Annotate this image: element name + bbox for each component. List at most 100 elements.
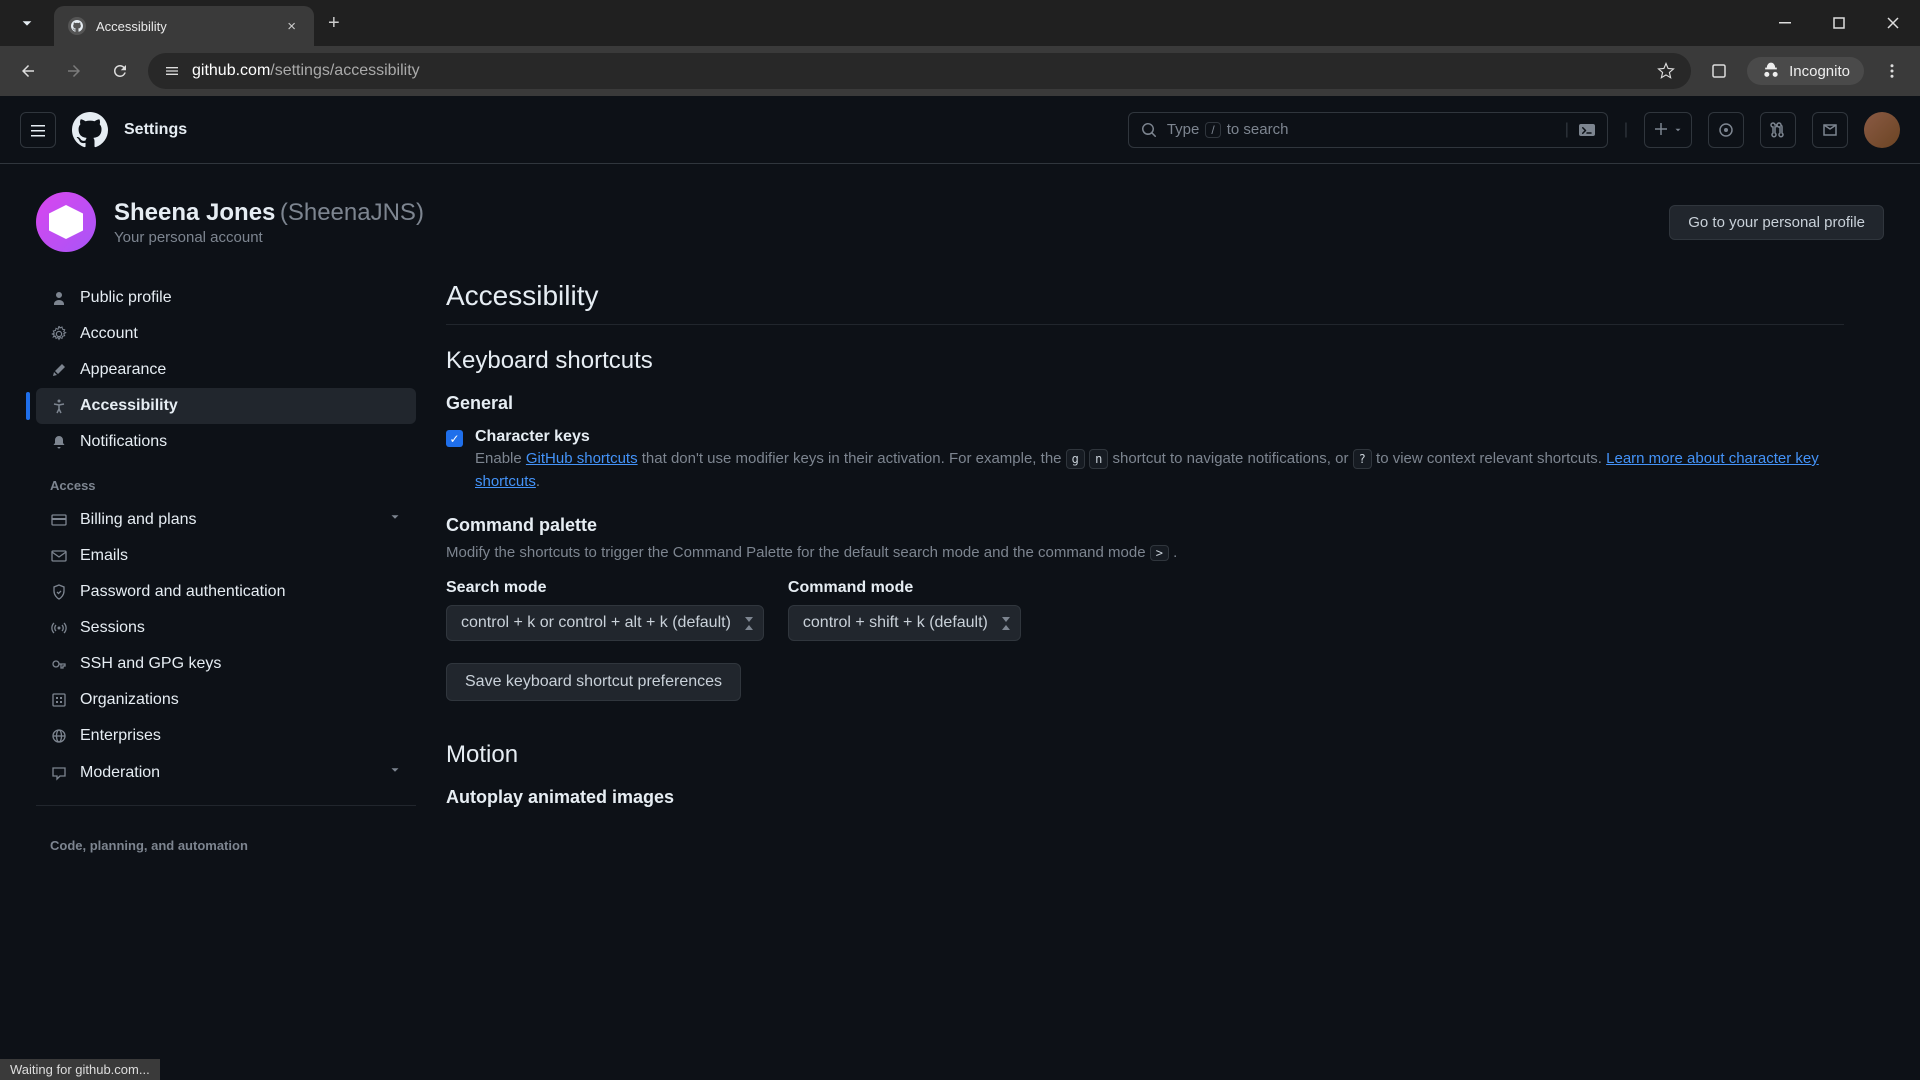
profile-avatar[interactable]	[36, 192, 96, 252]
sidebar-item-accessibility[interactable]: Accessibility	[36, 388, 416, 424]
kbd-n: n	[1089, 449, 1108, 469]
close-window-button[interactable]	[1866, 0, 1920, 46]
browser-menu-icon[interactable]	[1874, 53, 1910, 89]
header-title[interactable]: Settings	[124, 121, 187, 139]
search-mode-label: Search mode	[446, 579, 764, 597]
sidebar-item-label: Account	[80, 325, 138, 343]
forward-button[interactable]	[56, 53, 92, 89]
bell-icon	[50, 433, 68, 451]
search-icon	[1141, 122, 1157, 138]
accessibility-icon	[50, 397, 68, 415]
sidebar-item-label: Moderation	[80, 764, 160, 782]
sidebar-item-label: Appearance	[80, 361, 166, 379]
profile-handle: (SheenaJNS)	[280, 199, 424, 226]
sidebar-item-public-profile[interactable]: Public profile	[36, 280, 416, 316]
incognito-badge[interactable]: Incognito	[1747, 57, 1864, 85]
extensions-icon[interactable]	[1701, 53, 1737, 89]
sidebar-item-label: SSH and GPG keys	[80, 655, 221, 673]
url-text: github.com/settings/accessibility	[192, 62, 1645, 80]
search-input[interactable]: Type / to search |	[1128, 112, 1608, 148]
tab-list-button[interactable]	[0, 0, 54, 46]
sidebar-item-account[interactable]: Account	[36, 316, 416, 352]
github-logo-icon[interactable]	[72, 112, 108, 148]
bookmark-icon[interactable]	[1657, 62, 1675, 80]
character-keys-label: Character keys	[475, 428, 1844, 446]
browser-tab-bar: Accessibility × +	[0, 0, 1920, 46]
sidebar-item-label: Password and authentication	[80, 583, 285, 601]
create-new-button[interactable]	[1644, 112, 1692, 148]
character-keys-checkbox[interactable]: ✓	[446, 430, 463, 447]
chevron-down-icon	[388, 510, 402, 529]
command-palette-description: Modify the shortcuts to trigger the Comm…	[446, 544, 1844, 561]
browser-tab[interactable]: Accessibility ×	[54, 6, 314, 46]
search-mode-select[interactable]: control + k or control + alt + k (defaul…	[446, 605, 764, 641]
key-icon	[50, 655, 68, 673]
sidebar-item-password-and-authentication[interactable]: Password and authentication	[36, 574, 416, 610]
pull-requests-button[interactable]	[1760, 112, 1796, 148]
sidebar-item-billing-and-plans[interactable]: Billing and plans	[36, 501, 416, 538]
command-palette-icon[interactable]	[1579, 122, 1595, 138]
sidebar-item-emails[interactable]: Emails	[36, 538, 416, 574]
go-to-profile-button[interactable]: Go to your personal profile	[1669, 205, 1884, 240]
sidebar-item-label: Notifications	[80, 433, 167, 451]
command-palette-heading: Command palette	[446, 515, 1844, 536]
issues-button[interactable]	[1708, 112, 1744, 148]
sidebar-item-sessions[interactable]: Sessions	[36, 610, 416, 646]
settings-sidebar: Public profile Account Appearance Accessibi…	[36, 280, 416, 861]
profile-header: Sheena Jones (SheenaJNS) Your personal a…	[36, 192, 1884, 252]
character-keys-description: Enable GitHub shortcuts that don't use m…	[475, 448, 1844, 493]
incognito-icon	[1761, 61, 1781, 81]
mail-icon	[50, 547, 68, 565]
autoplay-heading: Autoplay animated images	[446, 787, 1844, 808]
url-bar[interactable]: github.com/settings/accessibility	[148, 53, 1691, 89]
kbd-g: g	[1066, 449, 1085, 469]
save-keyboard-prefs-button[interactable]: Save keyboard shortcut preferences	[446, 663, 741, 701]
github-shortcuts-link[interactable]: GitHub shortcuts	[526, 450, 638, 467]
comment-icon	[50, 764, 68, 782]
sidebar-item-enterprises[interactable]: Enterprises	[36, 718, 416, 754]
kbd-command-mode: >	[1150, 545, 1169, 561]
back-button[interactable]	[10, 53, 46, 89]
broadcast-icon	[50, 619, 68, 637]
github-favicon-icon	[68, 17, 86, 35]
address-bar: github.com/settings/accessibility Incogn…	[0, 46, 1920, 96]
kbd-question: ?	[1353, 449, 1372, 469]
sidebar-group-code: Code, planning, and automation	[36, 820, 416, 861]
sidebar-item-moderation[interactable]: Moderation	[36, 754, 416, 791]
person-icon	[50, 289, 68, 307]
hamburger-menu-button[interactable]	[20, 112, 56, 148]
command-mode-select[interactable]: control + shift + k (default)	[788, 605, 1021, 641]
org-icon	[50, 691, 68, 709]
sidebar-item-label: Sessions	[80, 619, 145, 637]
user-avatar[interactable]	[1864, 112, 1900, 148]
chevron-down-icon	[1673, 125, 1683, 135]
maximize-button[interactable]	[1812, 0, 1866, 46]
sidebar-item-notifications[interactable]: Notifications	[36, 424, 416, 460]
motion-section-heading: Motion	[446, 741, 1844, 769]
keyboard-section-heading: Keyboard shortcuts	[446, 347, 1844, 375]
browser-status-bar: Waiting for github.com...	[0, 1059, 160, 1080]
minimize-button[interactable]	[1758, 0, 1812, 46]
page-title: Accessibility	[446, 280, 1844, 325]
github-header: Settings Type / to search | |	[0, 96, 1920, 164]
sidebar-item-appearance[interactable]: Appearance	[36, 352, 416, 388]
reload-button[interactable]	[102, 53, 138, 89]
sidebar-divider	[36, 805, 416, 806]
search-placeholder: Type / to search	[1167, 121, 1555, 138]
tab-title: Accessibility	[96, 19, 273, 34]
profile-subtitle: Your personal account	[114, 229, 424, 246]
command-mode-label: Command mode	[788, 579, 1021, 597]
main-content: Accessibility Keyboard shortcuts General…	[446, 280, 1884, 861]
site-info-icon[interactable]	[164, 63, 180, 79]
sidebar-item-label: Organizations	[80, 691, 179, 709]
chevron-down-icon	[388, 763, 402, 782]
plus-icon	[1653, 122, 1669, 138]
notifications-button[interactable]	[1812, 112, 1848, 148]
sidebar-item-label: Enterprises	[80, 727, 161, 745]
sidebar-item-label: Accessibility	[80, 397, 178, 415]
new-tab-button[interactable]: +	[314, 12, 354, 35]
tab-close-icon[interactable]: ×	[283, 18, 300, 35]
sidebar-item-ssh-and-gpg-keys[interactable]: SSH and GPG keys	[36, 646, 416, 682]
sidebar-item-organizations[interactable]: Organizations	[36, 682, 416, 718]
brush-icon	[50, 361, 68, 379]
